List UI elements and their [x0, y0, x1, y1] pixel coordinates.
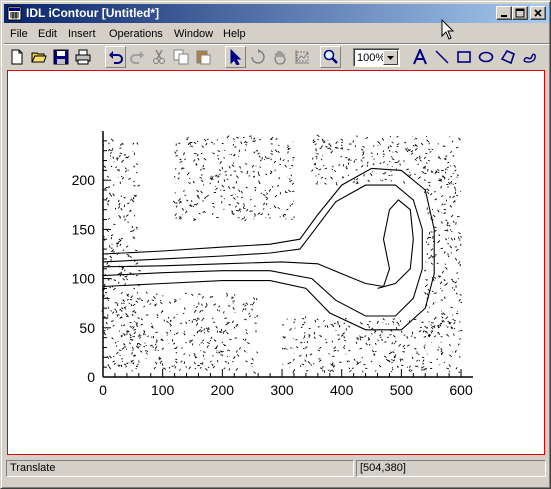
- noise-marks: [281, 316, 463, 374]
- noise-marks: [311, 134, 461, 186]
- polygon-tool-button[interactable]: [497, 46, 518, 68]
- line-tool-button[interactable]: [431, 46, 452, 68]
- status-coordinates: [504,380]: [356, 460, 546, 477]
- text-icon: [412, 49, 427, 65]
- open-button[interactable]: [28, 46, 49, 68]
- menu-bar: File Edit Insert Operations Window Help: [4, 24, 549, 43]
- redo-button[interactable]: [126, 46, 147, 68]
- y-tick-label: 200: [72, 172, 96, 188]
- rectangle-tool-button[interactable]: [453, 46, 474, 68]
- contour-line-core: [102, 199, 414, 289]
- zoom-dropdown[interactable]: 100%: [353, 48, 400, 67]
- idl-app-icon: [7, 6, 22, 21]
- menu-insert[interactable]: Insert: [68, 26, 96, 42]
- noise-region-4: [120, 291, 259, 374]
- x-tick-label: 600: [449, 382, 473, 398]
- new-icon: [11, 49, 22, 65]
- title-bar[interactable]: IDL iContour [Untitled*]: [4, 4, 549, 23]
- noise-marks: [172, 135, 295, 222]
- chevron-down-icon[interactable]: [383, 50, 398, 65]
- select-arrow-icon: [230, 49, 241, 65]
- paste-button[interactable]: [192, 46, 213, 68]
- menu-window[interactable]: Window: [174, 26, 213, 42]
- menu-operations[interactable]: Operations: [109, 26, 163, 42]
- paste-icon: [196, 50, 210, 65]
- select-tool-button[interactable]: [225, 46, 246, 68]
- copy-button[interactable]: [170, 46, 191, 68]
- status-bar: Translate [504,380]: [4, 459, 549, 478]
- x-tick-label: 300: [270, 382, 294, 398]
- y-tick-label: 0: [87, 369, 95, 385]
- x-tick-label: 500: [390, 382, 414, 398]
- open-icon: [30, 52, 47, 63]
- pan-hand-icon: [273, 51, 286, 65]
- rotate-tool-button[interactable]: [247, 46, 268, 68]
- freehand-icon: [522, 53, 536, 63]
- menu-help[interactable]: Help: [223, 26, 246, 42]
- x-tick-label: 200: [211, 382, 235, 398]
- toolbar: 100%: [4, 45, 549, 69]
- y-tick-label: 100: [72, 271, 96, 287]
- noise-region-5: [281, 316, 463, 374]
- zoom-magnifier-icon: [323, 49, 338, 64]
- new-button[interactable]: [6, 46, 27, 68]
- contour-line-outer-upper: [102, 167, 435, 331]
- noise-region-3: [423, 168, 463, 338]
- x-tick-label: 0: [99, 382, 107, 398]
- undo-button[interactable]: [105, 46, 126, 68]
- print-icon: [75, 49, 90, 65]
- rotate-icon: [250, 49, 265, 64]
- noise-marks: [120, 291, 259, 374]
- oval-tool-button[interactable]: [475, 46, 496, 68]
- noise-region-1: [172, 135, 295, 222]
- freehand-tool-button[interactable]: [519, 46, 540, 68]
- plot-canvas[interactable]: 0 100 200 300 400 500 600 0 50 100 150 200: [7, 70, 545, 455]
- data-range-button[interactable]: [291, 46, 312, 68]
- polygon-icon: [500, 49, 515, 65]
- maximize-icon: [515, 8, 525, 18]
- maximize-button[interactable]: [512, 6, 528, 20]
- contour-line-inner-upper: [102, 184, 423, 317]
- contour-plot[interactable]: 0 100 200 300 400 500 600 0 50 100 150 200: [8, 71, 544, 454]
- menu-file[interactable]: File: [10, 26, 28, 42]
- oval-icon: [478, 51, 493, 63]
- pan-tool-button[interactable]: [269, 46, 290, 68]
- y-tick-label: 150: [72, 221, 96, 237]
- redo-icon: [129, 51, 144, 64]
- x-tick-label: 100: [151, 382, 175, 398]
- copy-icon: [173, 49, 188, 65]
- cut-button[interactable]: [148, 46, 169, 68]
- y-tick-label: 50: [79, 320, 95, 336]
- menu-edit[interactable]: Edit: [38, 26, 57, 42]
- window-title: IDL iContour [Untitled*]: [26, 6, 160, 20]
- zoom-tool-button[interactable]: [320, 46, 341, 68]
- mouse-cursor-icon: [441, 19, 455, 40]
- close-button[interactable]: [530, 6, 546, 20]
- save-icon: [53, 49, 68, 65]
- minimize-icon: [501, 15, 507, 17]
- print-button[interactable]: [72, 46, 93, 68]
- cut-icon: [152, 49, 165, 64]
- data-range-icon: [295, 50, 309, 64]
- save-button[interactable]: [50, 46, 71, 68]
- noise-region-2: [311, 134, 461, 186]
- close-icon: [534, 9, 542, 17]
- text-tool-button[interactable]: [409, 46, 430, 68]
- status-mode: Translate: [6, 460, 354, 477]
- zoom-value: 100%: [357, 52, 386, 64]
- undo-icon: [108, 51, 123, 64]
- rectangle-icon: [456, 51, 471, 63]
- line-icon: [434, 50, 449, 64]
- noise-marks: [423, 168, 463, 338]
- app-window: IDL iContour [Untitled*] File Edit Inser…: [0, 0, 551, 489]
- contour-lines: [102, 167, 435, 331]
- minimize-button[interactable]: [496, 6, 512, 20]
- noise-layer: [101, 134, 463, 374]
- x-tick-label: 400: [330, 382, 354, 398]
